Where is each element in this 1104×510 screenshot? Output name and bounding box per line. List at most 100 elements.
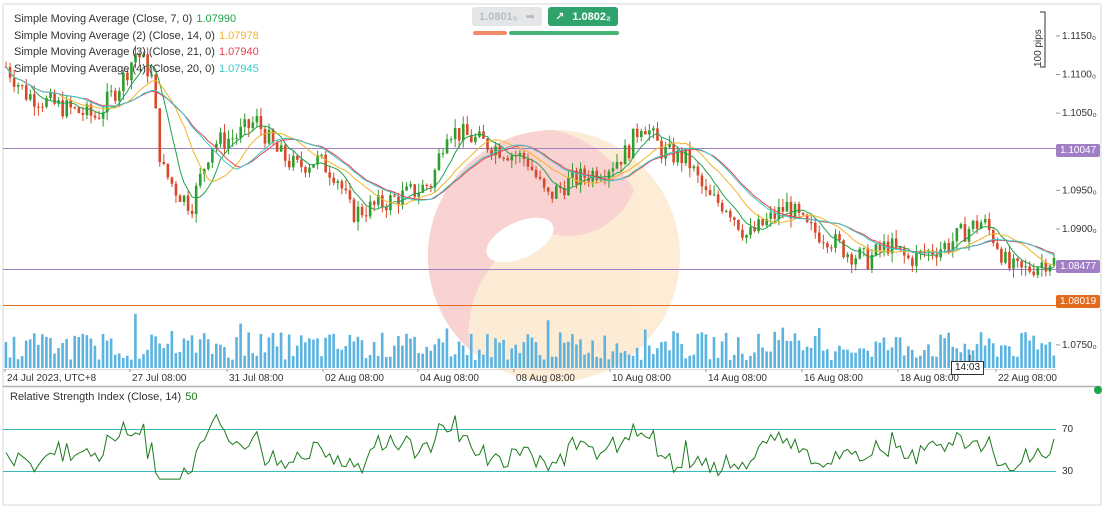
volume-bar: [425, 346, 429, 368]
volume-bar: [781, 327, 785, 368]
candle-body: [546, 187, 550, 192]
volume-bar: [995, 356, 999, 368]
candle-body: [259, 116, 263, 129]
volume-bar: [453, 354, 457, 368]
volume-bar: [736, 337, 740, 368]
candle-body: [538, 176, 542, 179]
volume-bar: [113, 354, 117, 368]
candle-body: [854, 258, 858, 265]
rsi-line: [5, 413, 1055, 480]
candle-body: [708, 190, 712, 196]
candle-body: [449, 139, 453, 141]
volume-bar: [542, 359, 546, 368]
candle-body: [275, 142, 279, 152]
volume-bar: [433, 344, 437, 368]
volume-bar: [805, 346, 809, 368]
volume-bar: [587, 352, 590, 368]
legend-sma-21[interactable]: Simple Moving Average (3) (Close, 21, 0)…: [14, 44, 259, 61]
candle-body: [619, 161, 623, 165]
volume-bar: [692, 354, 696, 368]
volume-bar: [854, 352, 857, 368]
volume-bar: [619, 352, 623, 368]
legend-sma-14[interactable]: Simple Moving Average (2) (Close, 14, 0)…: [14, 28, 259, 45]
volume-bar: [279, 332, 283, 368]
legend-sma-20[interactable]: Simple Moving Average (4) (Close, 20, 0)…: [14, 61, 259, 78]
volume-bar: [57, 348, 60, 368]
volume-bar: [356, 336, 360, 368]
volume-bar: [579, 339, 582, 368]
candle-body: [801, 212, 805, 215]
volume-bar: [397, 336, 400, 368]
volume-bar: [789, 341, 793, 368]
volume-bar: [534, 342, 538, 368]
candle-body: [846, 254, 849, 258]
pips-label: 100 pips: [1033, 29, 1044, 67]
volume-bar: [1008, 346, 1011, 368]
volume-bar: [312, 339, 315, 368]
volume-bar: [89, 338, 93, 368]
candle-body: [1004, 251, 1007, 263]
volume-bar: [223, 346, 226, 368]
rsi-legend[interactable]: Relative Strength Index (Close, 14) 50: [10, 391, 197, 403]
volume-bar: [732, 354, 736, 368]
rsi-axis: 70 30: [1062, 424, 1074, 477]
volume-bar: [465, 354, 469, 368]
price-tag-high[interactable]: 1.10047: [1056, 144, 1101, 157]
volume-bar: [142, 354, 145, 368]
candle-body: [16, 85, 20, 87]
candle-body: [267, 129, 271, 144]
volume-bar: [866, 350, 870, 368]
volume-bar: [24, 340, 28, 368]
candle-body: [959, 224, 963, 229]
buy-button[interactable]: ↗ 1.0802₂: [548, 7, 618, 26]
candle-body: [170, 177, 174, 184]
volume-bar: [728, 359, 732, 368]
volume-bar: [688, 355, 692, 368]
volume-bar: [498, 342, 501, 368]
volume-bar: [583, 354, 586, 368]
volume-bar: [631, 355, 635, 368]
volume-bar: [16, 359, 20, 368]
candle-body: [639, 131, 643, 138]
volume-bar: [348, 334, 352, 368]
candle-body: [607, 171, 611, 179]
candle-body: [813, 222, 817, 233]
time-tick-label: 24 Jul 2023, UTC+8: [7, 373, 97, 384]
candle-body: [502, 157, 505, 159]
legend-sma-7[interactable]: Simple Moving Average (Close, 7, 0) 1.079…: [14, 11, 259, 28]
volume-bar: [8, 357, 12, 368]
candle-body: [24, 85, 28, 100]
volume-bar: [639, 359, 643, 368]
rsi-value: 50: [185, 391, 198, 403]
candle-body: [457, 128, 461, 141]
volume-bar: [376, 355, 380, 368]
volume-bar: [910, 349, 914, 368]
volume-bar: [696, 333, 700, 368]
candle-body: [1000, 248, 1003, 263]
volume-bar: [923, 350, 926, 368]
price-tick-label: 1.1100₀: [1062, 70, 1096, 81]
volume-bar: [20, 356, 24, 368]
candle-body: [826, 242, 829, 248]
candle-body: [1044, 262, 1048, 272]
price-tag-low[interactable]: 1.08477: [1056, 260, 1101, 273]
sell-button[interactable]: 1.0801₅ ➡: [472, 7, 542, 26]
volume-bar: [599, 358, 603, 368]
volume-bar: [1024, 332, 1027, 368]
volume-bar: [490, 357, 493, 368]
volume-bar: [518, 353, 522, 368]
volume-bar: [919, 355, 922, 368]
candle-body: [296, 155, 299, 160]
volume-bar: [842, 349, 845, 368]
volume-bar: [389, 356, 392, 368]
volume-bar: [417, 353, 420, 368]
candle-body: [283, 145, 287, 161]
candle-body: [838, 234, 841, 241]
volume-bar: [724, 332, 728, 368]
volume-bar: [554, 356, 558, 368]
volume-bar: [117, 353, 121, 368]
volume-bar: [1040, 343, 1044, 368]
candle-body: [340, 181, 344, 189]
legend-value: 1.07990: [196, 13, 237, 25]
candle-body: [526, 159, 530, 167]
